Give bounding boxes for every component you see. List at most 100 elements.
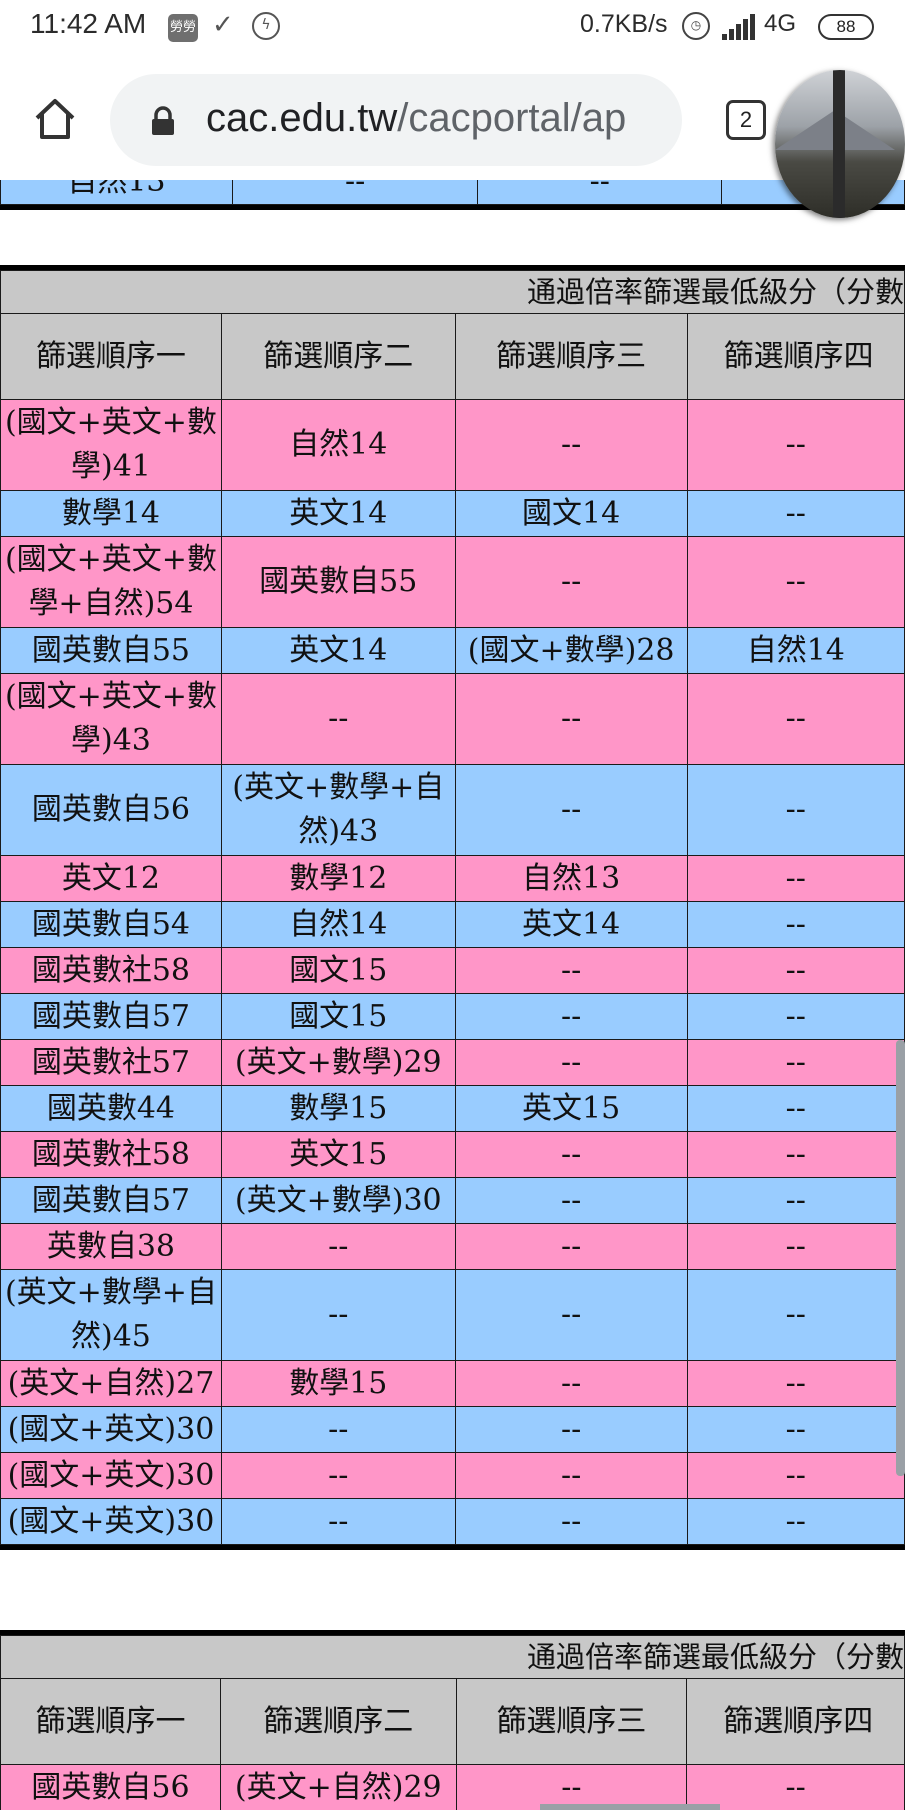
table-cell: (國文+英文+數學)41: [0, 399, 222, 491]
table-cell: --: [454, 1223, 688, 1270]
table-cell: 自然14: [220, 901, 456, 948]
table-row: 國英數社58 國文15 -- --: [0, 947, 905, 994]
table-cell: (國文+英文+數學)43: [0, 673, 222, 765]
table-caption-row: 通過倍率篩選最低級分（分數: [0, 1635, 905, 1679]
table-cell: --: [686, 1177, 905, 1224]
table-row: 國英數社58 英文15 -- --: [0, 1131, 905, 1178]
table-cell: 國英數社57: [0, 1039, 222, 1086]
browser-toolbar: cac.edu.tw/cacportal/ap 2: [0, 58, 905, 180]
table-cell: 英文12: [0, 855, 222, 902]
table-cell: 英文15: [454, 1085, 688, 1132]
tab-switcher-icon[interactable]: 2: [726, 100, 766, 140]
table-row: 國英數自55 英文14 (國文+數學)28 自然14: [0, 627, 905, 674]
table-row: 國英數自56 (英文+自然)29 -- --: [0, 1764, 905, 1810]
table-cell: (英文+自然)29: [219, 1764, 457, 1810]
profile-avatar[interactable]: [775, 70, 905, 218]
table-row: 國英數44 數學15 英文15 --: [0, 1085, 905, 1132]
column-header: 篩選順序四: [686, 1678, 905, 1765]
table-cell: --: [686, 673, 905, 765]
table-caption-row: 通過倍率篩選最低級分（分數: [0, 270, 905, 314]
table-row: (國文+英文)30 -- -- --: [0, 1406, 905, 1453]
status-time: 11:42 AM: [30, 8, 147, 39]
status-bar: 11:42 AM 勞勞 ✓ ϟ 0.7KB/s ◷ 4G 88: [0, 0, 905, 58]
table-cell: --: [454, 947, 688, 994]
table-row: (國文+英文)30 -- -- --: [0, 1498, 905, 1545]
previous-table-fragment: 自然13 -- --: [0, 180, 905, 210]
screening-table-2: 通過倍率篩選最低級分（分數 篩選順序一 篩選順序二 篩選順序三 篩選順序四 國英…: [0, 1630, 905, 1810]
previous-table: 自然13 -- --: [0, 180, 905, 205]
table-cell: 國英數自55: [220, 536, 456, 628]
url-text[interactable]: cac.edu.tw/cacportal/ap: [206, 96, 626, 141]
vertical-scrollbar[interactable]: [896, 1040, 905, 1476]
table-cell: 國文14: [454, 490, 688, 537]
table-cell: --: [220, 1498, 456, 1545]
url-path: /cacportal/ap: [397, 96, 627, 140]
table-cell: 國英數自57: [0, 1177, 222, 1224]
table-row: 自然13 -- --: [0, 180, 905, 205]
column-header: 篩選順序一: [0, 1678, 221, 1765]
table-cell: --: [686, 855, 905, 902]
table-cell: --: [454, 1039, 688, 1086]
table-cell: 自然13: [454, 855, 688, 902]
signal-icon: [722, 14, 760, 40]
table-cell: 英文14: [454, 901, 688, 948]
table-cell: --: [686, 1360, 905, 1407]
table-cell: 國文15: [220, 993, 456, 1040]
table-cell: 國英數自56: [0, 1764, 221, 1810]
table-cell: 英數自38: [0, 1223, 222, 1270]
battery-icon: 88: [818, 14, 874, 40]
table-cell: --: [220, 1452, 456, 1499]
table-row: 國英數自54 自然14 英文14 --: [0, 901, 905, 948]
alarm-icon: ◷: [682, 12, 710, 40]
home-icon[interactable]: [30, 94, 80, 144]
table-header-row: 篩選順序一 篩選順序二 篩選順序三 篩選順序四: [0, 1678, 905, 1765]
table-cell: (英文+數學+自然)43: [220, 764, 456, 856]
column-header: 篩選順序四: [686, 313, 905, 400]
table-cell: --: [686, 399, 905, 491]
table-cell: --: [454, 1177, 688, 1224]
column-header: 篩選順序一: [0, 313, 222, 400]
table-cell: --: [686, 947, 905, 994]
table-cell: 國英數自55: [0, 627, 222, 674]
table-cell: --: [220, 1406, 456, 1453]
table-row: 英文12 數學12 自然13 --: [0, 855, 905, 902]
table-cell: 國英數自56: [0, 764, 222, 856]
lock-icon: [152, 106, 174, 135]
table-cell: 國英數社58: [0, 1131, 222, 1178]
column-header: 篩選順序三: [455, 1678, 688, 1765]
table-cell: --: [220, 673, 456, 765]
table-cell: (國文+英文)30: [0, 1406, 222, 1453]
table-row: 國英數自57 (英文+數學)30 -- --: [0, 1177, 905, 1224]
table-cell: (英文+數學)30: [220, 1177, 456, 1224]
table-cell: 國英數自54: [0, 901, 222, 948]
address-bar[interactable]: cac.edu.tw/cacportal/ap: [110, 74, 682, 166]
table-cell: 英文14: [220, 490, 456, 537]
table-cell: 英文15: [220, 1131, 456, 1178]
url-domain: cac.edu.tw: [206, 96, 398, 140]
table-cell: 英文14: [220, 627, 456, 674]
table-cell: --: [220, 1223, 456, 1270]
table-cell: --: [686, 1223, 905, 1270]
table-cell: (國文+數學)28: [454, 627, 688, 674]
table-row: 數學14 英文14 國文14 --: [0, 490, 905, 537]
horizontal-scrollbar[interactable]: [540, 1804, 720, 1810]
table-cell: 自然14: [220, 399, 456, 491]
table-cell: --: [686, 1406, 905, 1453]
screening-table-1: 通過倍率篩選最低級分（分數 篩選順序一 篩選順序二 篩選順序三 篩選順序四 (國…: [0, 265, 905, 1550]
table-cell: --: [231, 180, 479, 205]
table-row: 國英數自57 國文15 -- --: [0, 993, 905, 1040]
table-cell: 數學12: [220, 855, 456, 902]
table-row: (國文+英文+數學+自然)54 國英數自55 -- --: [0, 536, 905, 628]
table-cell: --: [686, 1131, 905, 1178]
table-cell: --: [454, 1360, 688, 1407]
table-cell: --: [686, 1452, 905, 1499]
table-cell: --: [686, 901, 905, 948]
table-cell: (國文+英文+數學+自然)54: [0, 536, 222, 628]
table-cell: --: [686, 490, 905, 537]
table-header-row: 篩選順序一 篩選順序二 篩選順序三 篩選順序四: [0, 313, 905, 400]
table-cell: --: [454, 673, 688, 765]
page-content: 自然13 -- -- 通過倍率篩選最低級分（分數 篩選順序一 篩選順序二 篩選順…: [0, 180, 905, 1810]
screening-table: 通過倍率篩選最低級分（分數 篩選順序一 篩選順序二 篩選順序三 篩選順序四 (國…: [0, 270, 905, 1545]
table-cell: --: [454, 1498, 688, 1545]
table-cell: --: [454, 1406, 688, 1453]
